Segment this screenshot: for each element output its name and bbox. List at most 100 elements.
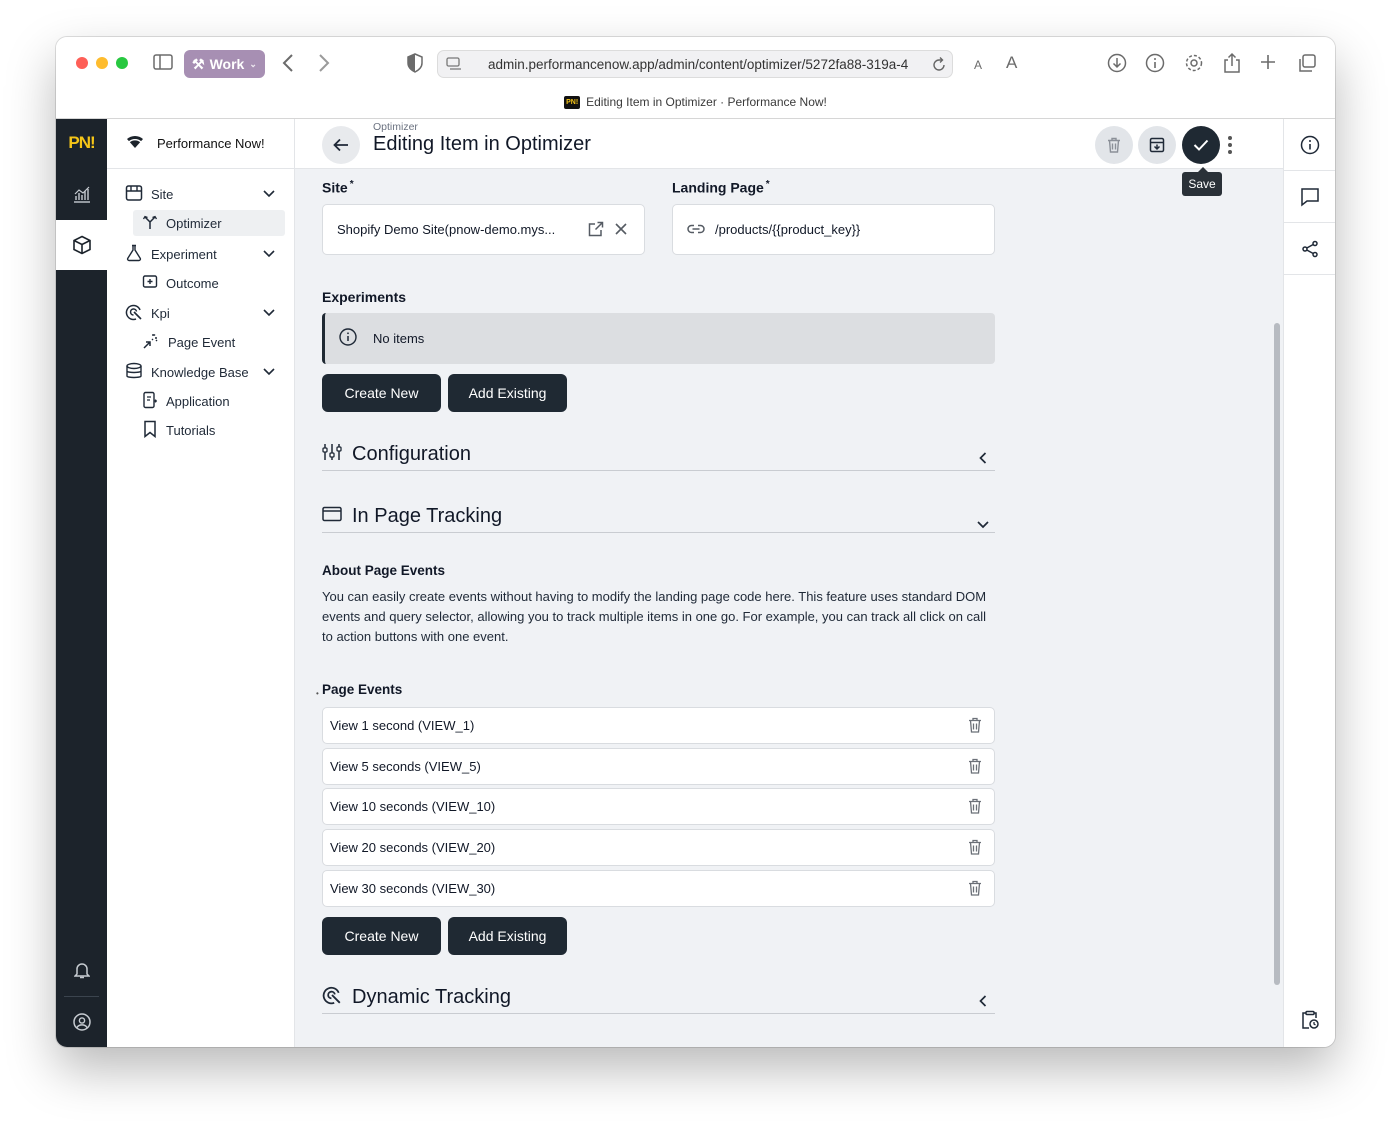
chevron-down-icon xyxy=(263,305,275,320)
trash-icon[interactable] xyxy=(968,880,982,899)
tab-favicon: PN! xyxy=(564,95,581,109)
user-circle-icon[interactable] xyxy=(56,997,107,1047)
experiments-create-new-button[interactable]: Create New xyxy=(322,374,441,412)
chevron-down-icon xyxy=(263,246,275,261)
trash-icon[interactable] xyxy=(968,839,982,858)
page-events-add-existing-button[interactable]: Add Existing xyxy=(448,917,567,955)
trash-icon[interactable] xyxy=(968,717,982,736)
page-event-row[interactable]: View 10 seconds (VIEW_10) xyxy=(322,788,995,825)
share-button[interactable] xyxy=(1284,223,1335,275)
back-button[interactable] xyxy=(322,126,360,164)
archive-button[interactable] xyxy=(1138,126,1176,164)
tab-overview-icon[interactable] xyxy=(1297,53,1317,77)
zoom-window-button[interactable] xyxy=(116,57,128,69)
clear-icon[interactable] xyxy=(614,222,628,239)
chevron-down-icon xyxy=(977,512,989,535)
breadcrumb[interactable]: Optimizer xyxy=(373,121,418,133)
url-text[interactable]: admin.performancenow.app/admin/content/o… xyxy=(488,57,908,72)
cursor-click-icon xyxy=(142,332,160,353)
link-icon xyxy=(687,222,705,237)
open-external-icon[interactable] xyxy=(588,221,604,240)
privacy-shield-icon[interactable] xyxy=(407,53,423,77)
delete-button[interactable] xyxy=(1095,126,1133,164)
trash-icon xyxy=(1108,137,1120,153)
nav-group-site[interactable]: Site xyxy=(125,181,275,207)
project-switcher[interactable]: Performance Now! xyxy=(107,119,295,169)
sliders-icon xyxy=(322,443,342,467)
trash-icon[interactable] xyxy=(968,758,982,777)
experiments-label: Experiments xyxy=(322,289,407,305)
info-panel-button[interactable] xyxy=(1284,119,1335,171)
landing-page-field[interactable]: /products/{{product_key}} xyxy=(672,204,995,255)
site-value: Shopify Demo Site(pnow-demo.mys... xyxy=(337,222,556,237)
target-icon xyxy=(125,303,143,324)
app-icon xyxy=(142,391,158,412)
more-options-icon[interactable] xyxy=(1225,133,1235,157)
scrollbar[interactable] xyxy=(1271,169,1283,1047)
bell-icon[interactable] xyxy=(56,945,107,995)
forward-nav-icon[interactable] xyxy=(318,53,330,77)
archive-icon xyxy=(1149,137,1165,153)
in-page-tracking-section-header[interactable]: In Page Tracking xyxy=(322,501,995,533)
download-icon[interactable] xyxy=(1107,53,1127,77)
new-tab-icon[interactable] xyxy=(1259,53,1277,75)
nav-item-page-event[interactable]: Page Event xyxy=(139,329,279,355)
share-icon[interactable] xyxy=(1223,52,1241,78)
trash-icon[interactable] xyxy=(968,798,982,817)
page-event-row[interactable]: View 1 second (VIEW_1) xyxy=(322,707,995,744)
chevron-down-icon xyxy=(263,364,275,379)
page-settings-icon[interactable] xyxy=(446,57,462,74)
target-icon xyxy=(322,985,342,1011)
clipboard-clock-icon[interactable] xyxy=(1300,1010,1320,1035)
nav-group-knowledge-base[interactable]: Knowledge Base xyxy=(125,359,275,385)
wifi-icon xyxy=(125,134,145,153)
text-larger-button[interactable]: A xyxy=(1006,53,1017,73)
main-content: Optimizer Editing Item in Optimizer Save… xyxy=(295,119,1283,1047)
nav-item-optimizer[interactable]: Optimizer xyxy=(133,210,285,236)
nav-group-kpi[interactable]: Kpi xyxy=(125,300,275,326)
comments-button[interactable] xyxy=(1284,171,1335,223)
scrollbar-thumb[interactable] xyxy=(1274,323,1280,985)
profile-work-button[interactable]: ⚒ Work ⌄ xyxy=(184,50,265,78)
experiments-add-existing-button[interactable]: Add Existing xyxy=(448,374,567,412)
page-event-row[interactable]: View 20 seconds (VIEW_20) xyxy=(322,829,995,866)
nav-item-outcome[interactable]: Outcome xyxy=(139,270,279,296)
nav-group-experiment[interactable]: Experiment xyxy=(125,241,275,267)
nav-item-application[interactable]: Application xyxy=(139,388,279,414)
sidebar-toggle-icon[interactable] xyxy=(153,54,173,74)
analytics-chart-icon[interactable] xyxy=(56,169,107,219)
text-smaller-button[interactable]: A xyxy=(974,55,982,75)
close-window-button[interactable] xyxy=(76,57,88,69)
page-event-row[interactable]: View 5 seconds (VIEW_5) xyxy=(322,748,995,785)
app-logo[interactable]: PN! xyxy=(56,119,107,167)
configuration-section-header[interactable]: Configuration xyxy=(322,439,995,471)
cube-content-icon[interactable] xyxy=(56,220,107,270)
landing-page-label: Landing Page * xyxy=(672,179,770,196)
page-event-row[interactable]: View 30 seconds (VIEW_30) xyxy=(322,870,995,907)
navigation-sidebar: Performance Now! Site Optimizer Experime… xyxy=(107,119,295,1047)
app-rail: PN! xyxy=(56,119,107,1047)
share-nodes-icon xyxy=(1302,240,1318,257)
right-panel xyxy=(1283,119,1335,1047)
dynamic-tracking-section-header[interactable]: Dynamic Tracking xyxy=(322,982,995,1014)
browser-window: ⚒ Work ⌄ admin.performancenow.app/admin/… xyxy=(56,37,1335,1047)
site-field[interactable]: Shopify Demo Site(pnow-demo.mys... xyxy=(322,204,645,255)
address-bar[interactable]: admin.performancenow.app/admin/content/o… xyxy=(437,50,953,78)
minimize-window-button[interactable] xyxy=(96,57,108,69)
hammer-icon: ⚒ xyxy=(192,55,205,72)
arrow-left-icon xyxy=(333,138,348,152)
page-events-create-new-button[interactable]: Create New xyxy=(322,917,441,955)
info-icon[interactable] xyxy=(1145,53,1165,77)
info-icon xyxy=(1300,135,1320,154)
nav-item-tutorials[interactable]: Tutorials xyxy=(139,417,279,443)
gear-icon[interactable] xyxy=(1184,53,1204,77)
back-nav-icon[interactable] xyxy=(282,53,294,77)
save-button[interactable] xyxy=(1182,126,1220,164)
browser-window-icon xyxy=(322,505,342,528)
active-tab[interactable]: PN! Editing Item in Optimizer · Performa… xyxy=(56,95,1335,109)
tab-title-text: Editing Item in Optimizer · Performance … xyxy=(586,95,827,109)
site-label: Site * xyxy=(322,179,354,196)
flask-icon xyxy=(125,244,143,265)
reload-icon[interactable] xyxy=(929,56,946,75)
comment-icon xyxy=(1301,187,1319,207)
